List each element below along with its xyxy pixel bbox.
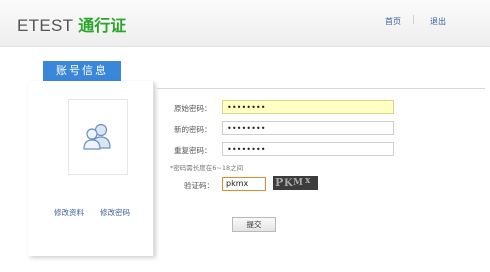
submit-button[interactable]: 提交 xyxy=(232,217,276,232)
repeat-password-input[interactable]: •••••••• xyxy=(222,142,394,156)
repeat-password-label: 重复密码： xyxy=(174,146,212,155)
edit-profile-link[interactable]: 修改资料 xyxy=(54,207,84,218)
new-password-label: 新的密码： xyxy=(174,125,212,134)
old-password-input[interactable]: •••••••• xyxy=(222,100,394,114)
brand-name-cn: 通行证 xyxy=(78,16,127,35)
nav-logout-link[interactable]: 退出 xyxy=(430,16,446,27)
brand-name-en: ETEST xyxy=(17,16,74,35)
nav-home-link[interactable]: 首页 xyxy=(385,16,401,27)
captcha-label: 验证码： xyxy=(184,181,214,190)
password-length-hint: *密码需长度在6~18之间 xyxy=(170,164,244,172)
change-password-link[interactable]: 修改密码 xyxy=(100,207,130,218)
old-password-label: 原始密码： xyxy=(174,104,212,113)
account-info-tab[interactable]: 账号信息 xyxy=(43,61,121,81)
users-icon xyxy=(83,123,111,150)
account-panel: 修改资料 修改密码 xyxy=(28,81,154,256)
top-header: ETEST 通行证 首页 | 退出 xyxy=(0,0,490,47)
captcha-image[interactable]: P K M x xyxy=(273,176,318,190)
brand-logo: ETEST 通行证 xyxy=(17,12,127,35)
avatar xyxy=(68,99,128,175)
new-password-input[interactable]: •••••••• xyxy=(222,121,394,135)
nav-separator: | xyxy=(412,15,416,25)
captcha-input[interactable]: pkmx xyxy=(222,177,266,191)
content-divider xyxy=(157,88,485,89)
